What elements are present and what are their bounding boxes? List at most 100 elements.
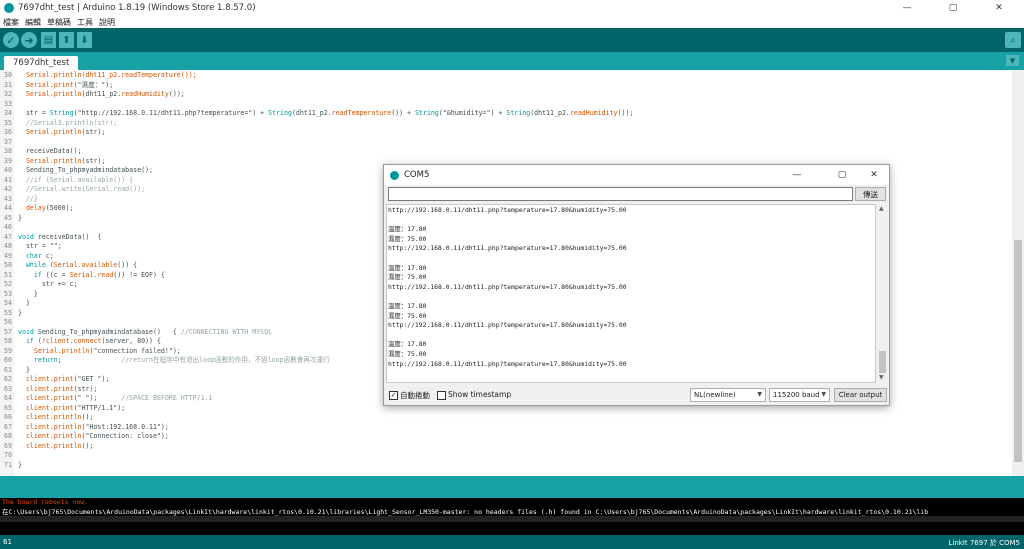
serial-close-button[interactable]: ✕	[859, 165, 889, 185]
tab-menu-button[interactable]: ▼	[1006, 55, 1019, 66]
code-token: return	[18, 356, 58, 364]
code-line[interactable]: 31 Serial.print("濕度：");	[0, 81, 1012, 91]
code-token: Serial.print	[18, 80, 74, 89]
line-number: 58	[4, 337, 12, 345]
code-token: readHumidity	[569, 109, 618, 117]
scroll-up-icon[interactable]: ▲	[879, 205, 884, 212]
code-line[interactable]: 33	[0, 100, 1012, 110]
window-title: 7697dht_test | Arduino 1.8.19 (Windows S…	[18, 3, 256, 13]
code-line[interactable]: 37	[0, 138, 1012, 148]
code-line[interactable]: 69 client.println();	[0, 442, 1012, 452]
serial-maximize-button[interactable]: ▢	[827, 165, 857, 185]
code-line[interactable]: 67 client.println("Host:192.168.0.11");	[0, 423, 1012, 433]
editor-scrollbar[interactable]	[1012, 70, 1024, 476]
status-bar: 61 LinkIt 7697 於 COM5	[0, 535, 1024, 549]
menu-file[interactable]: 檔案	[3, 17, 19, 28]
code-token: String	[506, 109, 531, 117]
status-board-port: LinkIt 7697 於 COM5	[948, 539, 1020, 547]
line-number: 63	[4, 384, 12, 393]
serial-scrollbar-thumb[interactable]	[879, 351, 886, 373]
serial-minimize-button[interactable]: —	[782, 165, 812, 185]
serial-monitor-button[interactable]: ⌕	[1005, 32, 1021, 48]
code-token: (str);	[81, 156, 106, 165]
minimize-button[interactable]: —	[884, 0, 930, 16]
new-button[interactable]: ▤	[41, 32, 56, 48]
tab-bar: 7697dht_test ▼	[0, 52, 1024, 70]
code-line[interactable]: 30 Serial.println(dht11_p2.readTemperatu…	[0, 71, 1012, 81]
code-token: ("HTTP/1.1");	[73, 403, 126, 412]
verify-button[interactable]: ✓	[3, 32, 19, 48]
code-line[interactable]: 71}	[0, 461, 1012, 471]
code-token: Sending_To_phpmyadmindatabase();	[18, 166, 153, 174]
line-number: 32	[4, 90, 12, 98]
open-button[interactable]: ⬆	[59, 32, 74, 48]
baud-value: 115200 baud	[773, 391, 820, 399]
line-number: 42	[4, 185, 12, 193]
autoscroll-checkbox[interactable]: ✓	[389, 391, 398, 400]
code-token: void	[18, 232, 34, 241]
line-number: 48	[4, 242, 12, 250]
line-number: 56	[4, 318, 12, 326]
tab-sketch[interactable]: 7697dht_test	[4, 56, 79, 70]
save-button[interactable]: ⬇	[77, 32, 92, 48]
scroll-down-icon[interactable]: ▼	[879, 374, 884, 381]
code-token: client.println	[18, 432, 82, 440]
code-token: //SPACE BEFORE HTTP/1.1	[121, 394, 213, 402]
code-token: str = "";	[18, 242, 62, 250]
line-number: 47	[4, 232, 12, 241]
serial-output-line: 溫度：17.80	[388, 302, 427, 310]
code-line[interactable]: 34 str = String("http://192.168.0.11/dht…	[0, 109, 1012, 119]
code-token: c;	[41, 251, 54, 260]
baud-select[interactable]: 115200 baud ▼	[769, 388, 830, 402]
serial-send-button[interactable]: 傳送	[855, 187, 886, 201]
chevron-down-icon: ▼	[821, 391, 826, 398]
code-token: ());	[617, 109, 634, 117]
code-line[interactable]: 70	[0, 451, 1012, 461]
autoscroll-label: 自動捲動	[400, 391, 430, 400]
line-number: 33	[4, 99, 12, 108]
serial-send-input[interactable]	[388, 187, 853, 201]
code-line[interactable]: 68 client.println("Connection: close");	[0, 432, 1012, 442]
code-line[interactable]: 32 Serial.println(dht11_p2.readHumidity(…	[0, 90, 1012, 100]
magnifier-icon: ⌕	[1010, 34, 1016, 46]
serial-window-title: COM5	[404, 170, 430, 180]
code-token: }	[18, 460, 22, 469]
clear-output-button[interactable]: Clear output	[834, 388, 887, 402]
code-token: //}	[18, 194, 38, 203]
close-button[interactable]: ✕	[976, 0, 1022, 16]
code-line[interactable]: 66 client.println();	[0, 413, 1012, 423]
timestamp-label: Show timestamp	[448, 390, 512, 399]
timestamp-checkbox[interactable]	[437, 391, 446, 400]
serial-output: http://192.168.0.11/dht11.php?temperatur…	[386, 204, 876, 383]
upload-button[interactable]: ➜	[21, 32, 37, 48]
code-line[interactable]: 35 //Serial3.println(str);	[0, 119, 1012, 129]
menu-help[interactable]: 說明	[99, 17, 115, 28]
code-token: if	[18, 270, 42, 279]
code-line[interactable]: 36 Serial.println(str);	[0, 128, 1012, 138]
code-token: delay	[18, 204, 46, 212]
serial-output-line: 濕度：75.00	[388, 234, 427, 243]
console-horizontal-scrollbar[interactable]	[0, 516, 1024, 522]
serial-output-line: http://192.168.0.11/dht11.php?temperatur…	[388, 359, 627, 368]
code-token: void	[18, 327, 34, 336]
line-number: 64	[4, 394, 12, 402]
menu-edit[interactable]: 編輯	[25, 17, 41, 28]
code-line[interactable]: 38 receiveData();	[0, 147, 1012, 157]
code-token: ()) != EOF) {	[113, 270, 165, 279]
serial-output-line: 溫度：17.80	[388, 225, 427, 234]
menu-tools[interactable]: 工具	[77, 17, 93, 28]
line-number: 59	[4, 346, 12, 355]
maximize-button[interactable]: ▢	[930, 0, 976, 16]
code-token: }	[18, 289, 38, 298]
line-number: 69	[4, 441, 12, 450]
code-token: (dht11_p2.	[291, 109, 332, 117]
toolbar: ✓ ➜ ▤ ⬆ ⬇ ⌕	[0, 28, 1024, 52]
line-ending-select[interactable]: NL(newline) ▼	[690, 388, 766, 402]
line-ending-value: NL(newline)	[694, 391, 736, 399]
line-number: 71	[4, 460, 12, 469]
menu-sketch[interactable]: 草稿碼	[47, 17, 71, 28]
serial-output-scrollbar[interactable]: ▲ ▼	[877, 204, 888, 383]
code-token: char	[18, 251, 42, 260]
new-file-icon: ▤	[43, 34, 54, 46]
editor-scrollbar-thumb[interactable]	[1014, 240, 1022, 462]
